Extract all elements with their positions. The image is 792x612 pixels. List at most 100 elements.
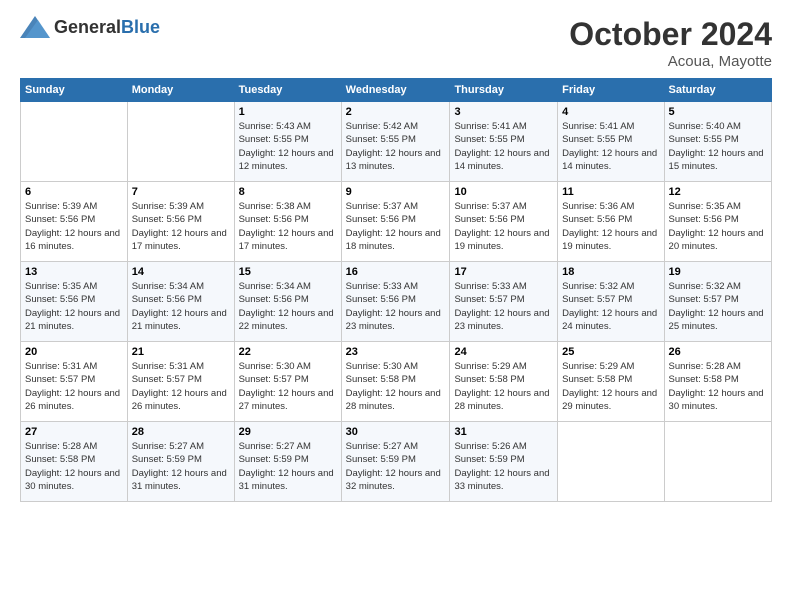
calendar-cell: 17 Sunrise: 5:33 AMSunset: 5:57 PMDayligh… xyxy=(450,262,558,342)
day-number: 28 xyxy=(132,426,230,438)
weekday-header: Thursday xyxy=(450,79,558,102)
day-number: 17 xyxy=(454,266,553,278)
day-number: 21 xyxy=(132,346,230,358)
day-number: 4 xyxy=(562,106,659,118)
logo: GeneralBlue xyxy=(20,16,160,38)
day-number: 24 xyxy=(454,346,553,358)
calendar-cell: 16 Sunrise: 5:33 AMSunset: 5:56 PMDayligh… xyxy=(341,262,450,342)
day-number: 30 xyxy=(346,426,446,438)
day-number: 29 xyxy=(239,426,337,438)
day-number: 13 xyxy=(25,266,123,278)
title-block: October 2024 Acoua, Mayotte xyxy=(569,16,772,70)
day-info: Sunrise: 5:30 AMSunset: 5:58 PMDaylight:… xyxy=(346,360,446,413)
day-info: Sunrise: 5:32 AMSunset: 5:57 PMDaylight:… xyxy=(562,280,659,333)
header: GeneralBlue October 2024 Acoua, Mayotte xyxy=(20,16,772,70)
calendar-week-row: 1Sunrise: 5:43 AMSunset: 5:55 PMDaylight… xyxy=(21,102,772,182)
calendar-week-row: 6 Sunrise: 5:39 AMSunset: 5:56 PMDaylight… xyxy=(21,182,772,262)
calendar-cell: 14Sunrise: 5:34 AMSunset: 5:56 PMDayligh… xyxy=(127,262,234,342)
day-info: Sunrise: 5:37 AMSunset: 5:56 PMDaylight:… xyxy=(454,200,553,253)
day-info: Sunrise: 5:29 AMSunset: 5:58 PMDaylight:… xyxy=(562,360,659,413)
day-info: Sunrise: 5:41 AMSunset: 5:55 PMDaylight:… xyxy=(454,120,553,173)
day-info: Sunrise: 5:31 AMSunset: 5:57 PMDaylight:… xyxy=(25,360,123,413)
day-info: Sunrise: 5:31 AMSunset: 5:57 PMDaylight:… xyxy=(132,360,230,413)
calendar-cell: 21 Sunrise: 5:31 AMSunset: 5:57 PMDayligh… xyxy=(127,342,234,422)
day-info: Sunrise: 5:41 AMSunset: 5:55 PMDaylight:… xyxy=(562,120,659,173)
day-number: 16 xyxy=(346,266,446,278)
day-info: Sunrise: 5:28 AMSunset: 5:58 PMDaylight:… xyxy=(25,440,123,493)
logo-blue: Blue xyxy=(121,17,160,37)
day-info: Sunrise: 5:37 AMSunset: 5:56 PMDaylight:… xyxy=(346,200,446,253)
calendar-cell: 7Sunrise: 5:39 AMSunset: 5:56 PMDaylight… xyxy=(127,182,234,262)
day-number: 5 xyxy=(669,106,767,118)
day-info: Sunrise: 5:36 AMSunset: 5:56 PMDaylight:… xyxy=(562,200,659,253)
calendar-cell: 22Sunrise: 5:30 AMSunset: 5:57 PMDayligh… xyxy=(234,342,341,422)
day-number: 19 xyxy=(669,266,767,278)
day-number: 8 xyxy=(239,186,337,198)
day-info: Sunrise: 5:34 AMSunset: 5:56 PMDaylight:… xyxy=(132,280,230,333)
calendar-cell: 8 Sunrise: 5:38 AMSunset: 5:56 PMDaylight… xyxy=(234,182,341,262)
calendar-cell: 2Sunrise: 5:42 AMSunset: 5:55 PMDaylight… xyxy=(341,102,450,182)
weekday-header: Saturday xyxy=(664,79,771,102)
day-number: 25 xyxy=(562,346,659,358)
day-info: Sunrise: 5:43 AMSunset: 5:55 PMDaylight:… xyxy=(239,120,337,173)
calendar-week-row: 13 Sunrise: 5:35 AMSunset: 5:56 PMDayligh… xyxy=(21,262,772,342)
calendar-cell: 11 Sunrise: 5:36 AMSunset: 5:56 PMDayligh… xyxy=(558,182,664,262)
day-info: Sunrise: 5:26 AMSunset: 5:59 PMDaylight:… xyxy=(454,440,553,493)
day-info: Sunrise: 5:29 AMSunset: 5:58 PMDaylight:… xyxy=(454,360,553,413)
calendar-cell: 4 Sunrise: 5:41 AMSunset: 5:55 PMDaylight… xyxy=(558,102,664,182)
calendar-cell: 23Sunrise: 5:30 AMSunset: 5:58 PMDayligh… xyxy=(341,342,450,422)
day-info: Sunrise: 5:38 AMSunset: 5:56 PMDaylight:… xyxy=(239,200,337,253)
calendar-cell: 6 Sunrise: 5:39 AMSunset: 5:56 PMDaylight… xyxy=(21,182,128,262)
calendar-table: SundayMondayTuesdayWednesdayThursdayFrid… xyxy=(20,78,772,502)
calendar-cell: 9Sunrise: 5:37 AMSunset: 5:56 PMDaylight… xyxy=(341,182,450,262)
calendar-cell: 1Sunrise: 5:43 AMSunset: 5:55 PMDaylight… xyxy=(234,102,341,182)
calendar-cell xyxy=(558,422,664,502)
day-number: 10 xyxy=(454,186,553,198)
day-info: Sunrise: 5:35 AMSunset: 5:56 PMDaylight:… xyxy=(669,200,767,253)
calendar-cell xyxy=(127,102,234,182)
weekday-header-row: SundayMondayTuesdayWednesdayThursdayFrid… xyxy=(21,79,772,102)
day-info: Sunrise: 5:33 AMSunset: 5:57 PMDaylight:… xyxy=(454,280,553,333)
day-info: Sunrise: 5:32 AMSunset: 5:57 PMDaylight:… xyxy=(669,280,767,333)
day-number: 15 xyxy=(239,266,337,278)
day-info: Sunrise: 5:35 AMSunset: 5:56 PMDaylight:… xyxy=(25,280,123,333)
logo-general: General xyxy=(54,17,121,37)
day-info: Sunrise: 5:42 AMSunset: 5:55 PMDaylight:… xyxy=(346,120,446,173)
day-number: 11 xyxy=(562,186,659,198)
calendar-cell: 5Sunrise: 5:40 AMSunset: 5:55 PMDaylight… xyxy=(664,102,771,182)
page-container: GeneralBlue October 2024 Acoua, Mayotte … xyxy=(0,0,792,512)
calendar-cell: 29 Sunrise: 5:27 AMSunset: 5:59 PMDayligh… xyxy=(234,422,341,502)
calendar-week-row: 27 Sunrise: 5:28 AMSunset: 5:58 PMDayligh… xyxy=(21,422,772,502)
calendar-cell: 24 Sunrise: 5:29 AMSunset: 5:58 PMDayligh… xyxy=(450,342,558,422)
calendar-cell: 26 Sunrise: 5:28 AMSunset: 5:58 PMDayligh… xyxy=(664,342,771,422)
weekday-header: Friday xyxy=(558,79,664,102)
month-title: October 2024 xyxy=(569,16,772,53)
calendar-cell: 31Sunrise: 5:26 AMSunset: 5:59 PMDayligh… xyxy=(450,422,558,502)
logo-icon xyxy=(20,16,50,38)
location-title: Acoua, Mayotte xyxy=(569,53,772,70)
day-info: Sunrise: 5:30 AMSunset: 5:57 PMDaylight:… xyxy=(239,360,337,413)
calendar-cell xyxy=(664,422,771,502)
day-info: Sunrise: 5:34 AMSunset: 5:56 PMDaylight:… xyxy=(239,280,337,333)
day-info: Sunrise: 5:39 AMSunset: 5:56 PMDaylight:… xyxy=(132,200,230,253)
day-info: Sunrise: 5:27 AMSunset: 5:59 PMDaylight:… xyxy=(239,440,337,493)
calendar-cell: 20Sunrise: 5:31 AMSunset: 5:57 PMDayligh… xyxy=(21,342,128,422)
weekday-header: Sunday xyxy=(21,79,128,102)
day-number: 27 xyxy=(25,426,123,438)
day-info: Sunrise: 5:27 AMSunset: 5:59 PMDaylight:… xyxy=(132,440,230,493)
day-number: 6 xyxy=(25,186,123,198)
day-info: Sunrise: 5:28 AMSunset: 5:58 PMDaylight:… xyxy=(669,360,767,413)
day-number: 26 xyxy=(669,346,767,358)
calendar-cell: 12 Sunrise: 5:35 AMSunset: 5:56 PMDayligh… xyxy=(664,182,771,262)
day-number: 12 xyxy=(669,186,767,198)
calendar-cell: 27 Sunrise: 5:28 AMSunset: 5:58 PMDayligh… xyxy=(21,422,128,502)
calendar-cell: 30 Sunrise: 5:27 AMSunset: 5:59 PMDayligh… xyxy=(341,422,450,502)
calendar-cell: 15 Sunrise: 5:34 AMSunset: 5:56 PMDayligh… xyxy=(234,262,341,342)
day-info: Sunrise: 5:27 AMSunset: 5:59 PMDaylight:… xyxy=(346,440,446,493)
day-info: Sunrise: 5:39 AMSunset: 5:56 PMDaylight:… xyxy=(25,200,123,253)
calendar-cell: 10 Sunrise: 5:37 AMSunset: 5:56 PMDayligh… xyxy=(450,182,558,262)
day-info: Sunrise: 5:33 AMSunset: 5:56 PMDaylight:… xyxy=(346,280,446,333)
calendar-week-row: 20Sunrise: 5:31 AMSunset: 5:57 PMDayligh… xyxy=(21,342,772,422)
calendar-cell: 18Sunrise: 5:32 AMSunset: 5:57 PMDayligh… xyxy=(558,262,664,342)
calendar-cell: 28 Sunrise: 5:27 AMSunset: 5:59 PMDayligh… xyxy=(127,422,234,502)
